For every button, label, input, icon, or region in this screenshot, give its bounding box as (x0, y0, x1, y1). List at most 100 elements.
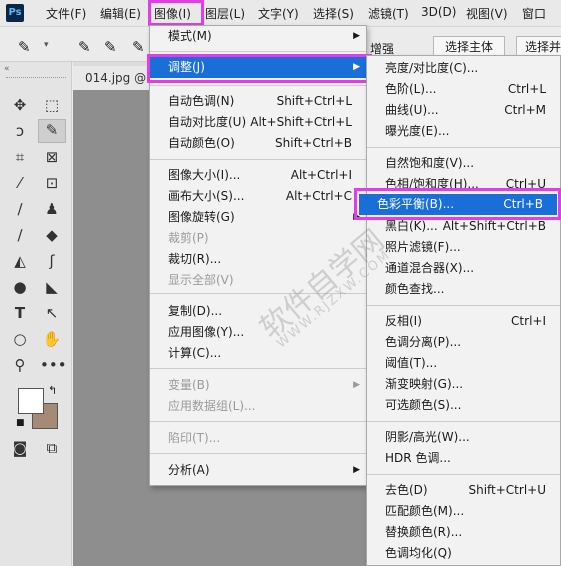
adjust-menu-item[interactable]: 色调均化(Q) (367, 543, 560, 564)
frame-tool-icon[interactable]: ⊠ (40, 147, 64, 167)
adjust-menu-item[interactable]: 曲线(U)... Ctrl+M (367, 100, 560, 121)
menu-view[interactable]: 视图(V) (466, 5, 508, 22)
swap-colors-icon[interactable]: ↰ (48, 384, 57, 397)
menu-filter[interactable]: 滤镜(T) (368, 5, 409, 22)
eyedropper-tool-icon[interactable]: ⁄ (8, 173, 32, 193)
menu-file[interactable]: 文件(F) (46, 5, 86, 22)
image-menu-item[interactable]: 分析(A) ▶ (150, 460, 366, 481)
image-menu-item[interactable]: 自动对比度(U) Alt+Shift+Ctrl+L (150, 112, 366, 133)
image-menu-item[interactable]: 应用图像(Y)... (150, 322, 366, 343)
image-menu-item[interactable]: 裁切(R)... (150, 249, 366, 270)
photoshop-logo: Ps (6, 4, 24, 22)
quick-selection-tool-icon[interactable]: ✎ (38, 119, 66, 143)
menu-type[interactable]: 文字(Y) (258, 5, 299, 22)
add-selection-icon[interactable]: ✎ (104, 38, 117, 56)
ellipse-tool-icon[interactable]: ○ (8, 329, 32, 349)
adjust-menu-item[interactable]: 去色(D) Shift+Ctrl+U (367, 480, 560, 501)
image-menu-item[interactable]: 复制(D)... (150, 301, 366, 322)
image-menu-item[interactable]: 自动颜色(O) Shift+Ctrl+B (150, 133, 366, 154)
adjust-menu-item[interactable]: 亮度/对比度(C)... (367, 58, 560, 79)
subtract-selection-icon[interactable]: ✎ (132, 38, 145, 56)
adjust-menu-item[interactable]: 匹配颜色(M)... (367, 501, 560, 522)
image-menu-item-label: 图像大小(I)... (168, 168, 241, 182)
menu-3d[interactable]: 3D(D) (421, 5, 456, 19)
adjust-menu-item[interactable]: 渐变映射(G)... (367, 374, 560, 395)
menu-edit[interactable]: 编辑(E) (100, 5, 141, 22)
adjust-menu-item[interactable]: 照片滤镜(F)... (367, 237, 560, 258)
image-menu-item-label: 图像旋转(G) (168, 210, 235, 224)
new-selection-icon[interactable]: ✎ (78, 38, 91, 56)
image-menu-item-label: 画布大小(S)... (168, 189, 245, 203)
image-menu-item: 应用数据组(L)... (150, 396, 366, 417)
adjust-menu-item-label: 亮度/对比度(C)... (385, 61, 479, 75)
image-menu-item[interactable]: 模式(M) ▶ (150, 26, 366, 47)
quick-mask-icon[interactable]: ◙ (8, 438, 32, 458)
image-menu-item-label: 自动颜色(O) (168, 136, 235, 150)
adjust-menu-item-label: 匹配颜色(M)... (385, 504, 465, 518)
adjust-menu-item[interactable]: 自然饱和度(V)... (367, 153, 560, 174)
adjust-menu-item[interactable]: 色调分离(P)... (367, 332, 560, 353)
adjust-menu-item[interactable]: 色阶(L)... Ctrl+L (367, 79, 560, 100)
image-menu-item-label: 应用数据组(L)... (168, 399, 256, 413)
crop-tool-icon[interactable]: ⌗ (8, 147, 32, 167)
adjust-menu-item-label: 可选颜色(S)... (385, 398, 462, 412)
submenu-arrow-icon: ▶ (353, 31, 360, 41)
paint-bucket-tool-icon[interactable]: ◭ (8, 251, 32, 271)
direct-selection-tool-icon[interactable]: ↖ (40, 303, 64, 323)
image-menu-item-label: 分析(A) (168, 463, 210, 477)
image-menu-item-label: 显示全部(V) (168, 273, 234, 287)
stamp-tool-icon[interactable]: ♟ (40, 199, 64, 219)
adjust-menu-item[interactable]: 替换颜色(R)... (367, 522, 560, 543)
brush-tool-icon[interactable]: ∕ (8, 199, 32, 219)
adjust-menu-item[interactable]: 通道混合器(X)... (367, 258, 560, 279)
image-menu-item[interactable]: 画布大小(S)... Alt+Ctrl+C (150, 186, 366, 207)
dodge-tool-icon[interactable]: ● (8, 277, 32, 297)
menu-separator (150, 293, 366, 294)
adjust-menu-item-shortcut: Ctrl+L (507, 82, 546, 96)
image-menu-item[interactable]: 图像大小(I)... Alt+Ctrl+I (150, 165, 366, 186)
adjust-menu-item[interactable]: 可选颜色(S)... (367, 395, 560, 416)
adjust-menu-item-label: 反相(I) (385, 314, 422, 328)
adjust-menu-item-shortcut: Shift+Ctrl+U (468, 483, 546, 497)
image-menu-item-shortcut: Shift+Ctrl+L (276, 94, 352, 108)
image-menu-item[interactable]: 计算(C)... (150, 343, 366, 364)
screen-mode-icon[interactable]: ⧉ (40, 438, 64, 458)
default-colors-icon[interactable]: ■ (16, 418, 25, 428)
collapse-panel-icon[interactable]: « (4, 64, 10, 74)
path-selection-tool-icon[interactable]: ◣ (40, 277, 64, 297)
image-menu-item[interactable]: 自动色调(N) Shift+Ctrl+L (150, 91, 366, 112)
chevron-down-icon[interactable]: ▾ (44, 40, 49, 50)
adjust-menu-item[interactable]: 反相(I) Ctrl+I (367, 311, 560, 332)
eraser-tool-icon[interactable]: ◆ (40, 225, 64, 245)
zoom-tool-icon[interactable]: ⚲ (8, 355, 32, 375)
menu-layer[interactable]: 图层(L) (205, 5, 245, 22)
adjust-menu-item[interactable]: 阈值(T)... (367, 353, 560, 374)
adjust-menu-item-label: 自然饱和度(V)... (385, 156, 475, 170)
menu-window[interactable]: 窗口 (522, 5, 546, 22)
image-menu-item-label: 裁切(R)... (168, 252, 222, 266)
quick-selection-tool-icon[interactable]: ✎ (18, 38, 31, 56)
menu-separator (150, 51, 366, 52)
adjust-menu-item[interactable]: HDR 色调... (367, 448, 560, 469)
panel-grip[interactable] (6, 77, 66, 80)
adjust-menu-item[interactable]: 阴影/高光(W)... (367, 427, 560, 448)
marquee-tool-icon[interactable]: ⬚ (40, 95, 64, 115)
menu-select[interactable]: 选择(S) (313, 5, 354, 22)
adjust-menu-item[interactable]: 曝光度(E)... (367, 121, 560, 142)
move-tool-icon[interactable]: ✥ (8, 95, 32, 115)
image-menu-item: 显示全部(V) (150, 270, 366, 291)
type-tool-icon[interactable]: T (8, 303, 32, 323)
lasso-tool-icon[interactable]: ↄ (8, 121, 32, 141)
transform-tool-icon[interactable]: ⊡ (40, 173, 64, 193)
hand-tool-icon[interactable]: ✋ (40, 329, 64, 349)
foreground-color-swatch[interactable] (18, 388, 44, 414)
menu-separator (367, 305, 560, 306)
adjust-menu-item-label: 曲线(U)... (385, 103, 439, 117)
smudge-tool-icon[interactable]: ʃ (40, 251, 64, 271)
image-menu-item[interactable]: 图像旋转(G) ▶ (150, 207, 366, 228)
document-tab[interactable]: 014.jpg @ (73, 66, 153, 90)
image-menu-item-label: 自动对比度(U) (168, 115, 247, 129)
more-tools-icon[interactable]: ••• (40, 355, 67, 375)
adjust-menu-item[interactable]: 颜色查找... (367, 279, 560, 300)
history-brush-tool-icon[interactable]: ∕ (8, 225, 32, 245)
